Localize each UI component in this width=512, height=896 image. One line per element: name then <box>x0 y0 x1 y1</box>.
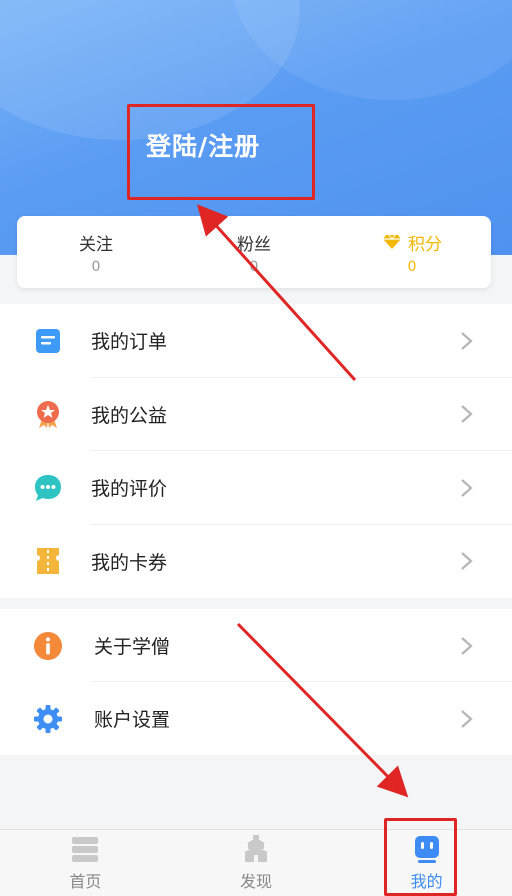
order-icon <box>33 326 63 356</box>
stat-value: 0 <box>407 259 417 275</box>
menu-item-orders[interactable]: 我的订单 <box>0 304 512 378</box>
stats-card: 关注 0 粉丝 0 积分 0 <box>17 216 491 288</box>
menu-group-settings: 关于学僧 账户设置 <box>0 609 512 755</box>
ticket-icon <box>33 546 63 576</box>
menu-label: 我的公益 <box>91 404 168 427</box>
stat-points[interactable]: 积分 0 <box>337 229 487 275</box>
menu-item-charity[interactable]: 我的公益 <box>0 378 512 451</box>
menu-label: 账户设置 <box>94 709 171 731</box>
stat-label: 积分 <box>408 234 442 255</box>
stat-label: 关注 <box>79 234 113 255</box>
comment-bubble-icon <box>33 473 63 503</box>
chevron-right-icon <box>461 709 473 728</box>
tab-label: 首页 <box>69 872 102 891</box>
menu-item-reviews[interactable]: 我的评价 <box>0 451 512 525</box>
annotation-box-mine-tab <box>384 818 457 896</box>
gear-icon <box>33 704 63 734</box>
menu-group-main: 我的订单 我的公益 我的评价 我的卡券 <box>0 304 512 598</box>
stat-following[interactable]: 关注 0 <box>21 229 171 276</box>
menu-label: 我的卡券 <box>91 551 168 574</box>
menu-label: 关于学僧 <box>94 636 171 658</box>
stat-label: 粉丝 <box>237 234 271 255</box>
tab-label: 发现 <box>240 872 273 891</box>
menu-item-about[interactable]: 关于学僧 <box>0 609 512 682</box>
chevron-right-icon <box>461 478 473 497</box>
chevron-right-icon <box>461 552 473 571</box>
menu-label: 我的订单 <box>91 331 168 354</box>
charity-badge-icon <box>33 399 63 429</box>
menu-item-coupons[interactable]: 我的卡券 <box>0 525 512 599</box>
info-icon <box>33 631 63 661</box>
menu-label: 我的评价 <box>91 478 168 501</box>
discover-building-icon <box>241 834 271 864</box>
chevron-right-icon <box>461 405 473 424</box>
tab-discover[interactable]: 发现 <box>171 830 342 896</box>
chevron-right-icon <box>461 636 473 655</box>
annotation-box-login <box>127 104 315 200</box>
chevron-right-icon <box>461 331 473 350</box>
home-stack-icon <box>70 834 100 864</box>
header-decoration <box>232 0 512 100</box>
stat-value: 0 <box>249 259 259 275</box>
stat-followers[interactable]: 粉丝 0 <box>179 229 329 276</box>
tab-home[interactable]: 首页 <box>0 830 171 896</box>
stat-value: 0 <box>91 259 101 275</box>
menu-item-account-settings[interactable]: 账户设置 <box>0 682 512 755</box>
diamond-icon <box>383 234 401 249</box>
